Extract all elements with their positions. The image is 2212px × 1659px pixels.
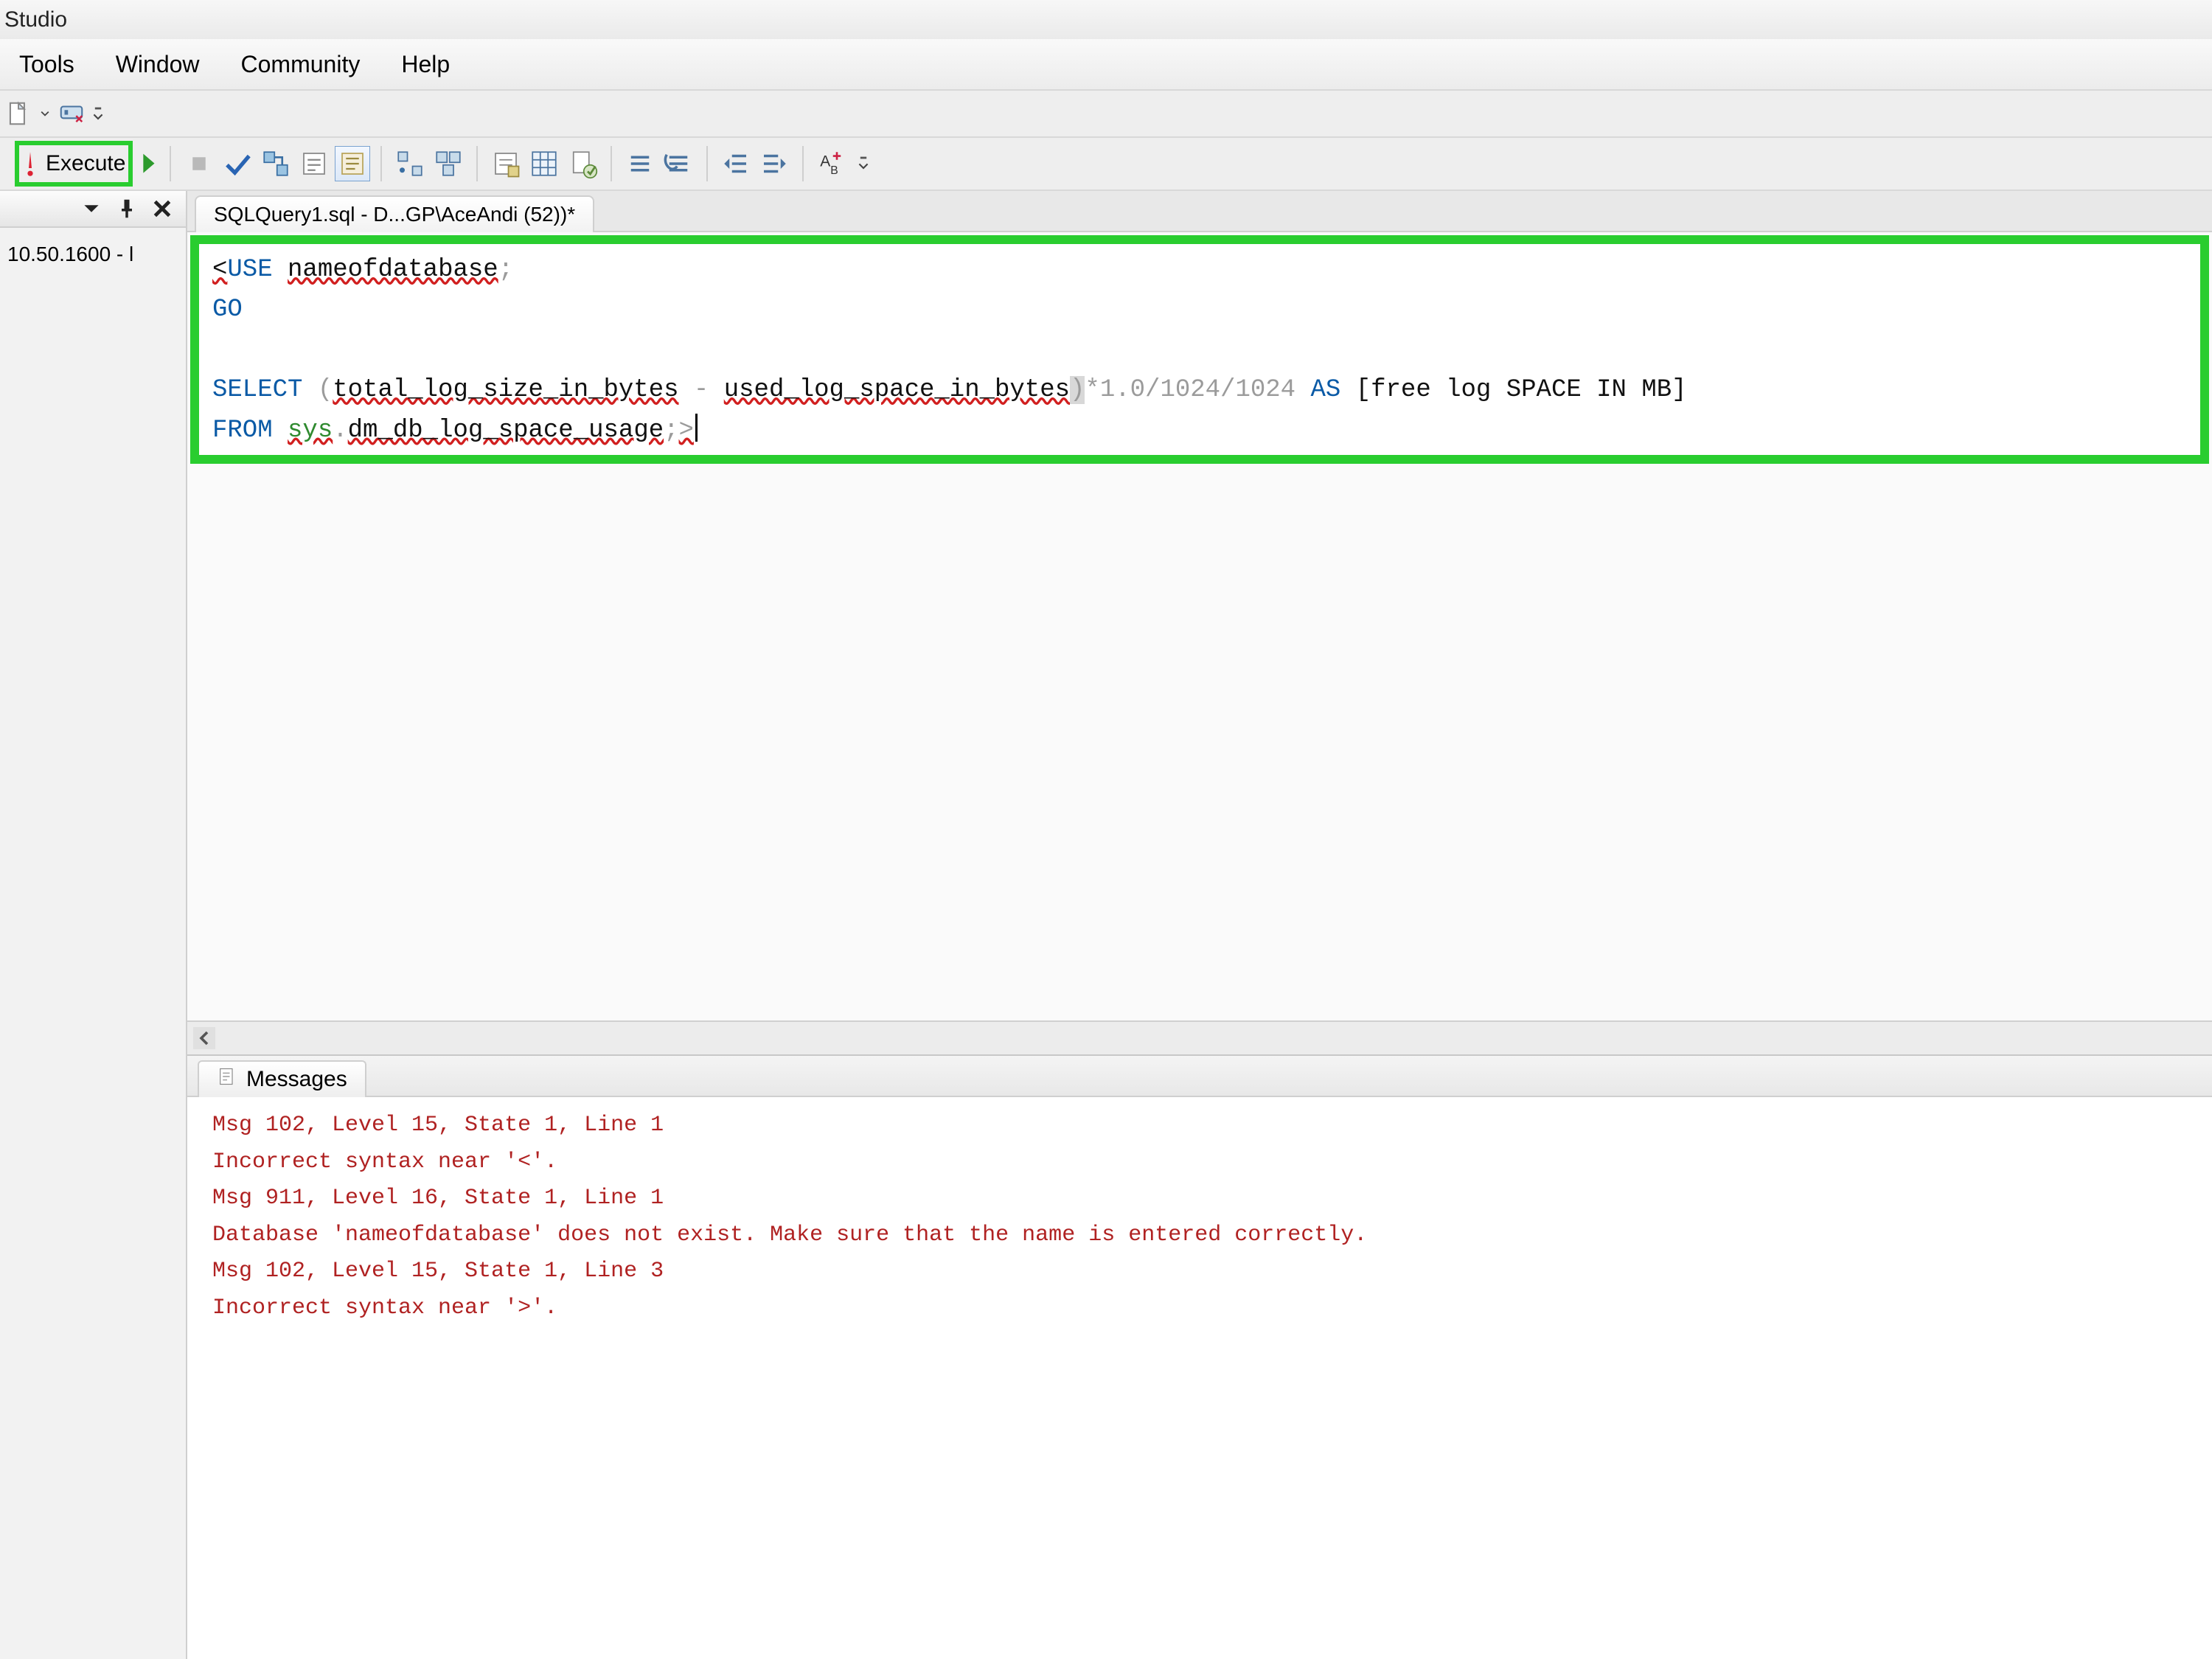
results-to-text-icon[interactable] — [488, 146, 524, 181]
specify-values-icon[interactable]: AB — [814, 146, 849, 181]
col-used-log: used_log_space_in_bytes — [724, 376, 1070, 404]
execute-label: Execute — [46, 151, 125, 176]
sql-line-3: SELECT (total_log_size_in_bytes - used_l… — [212, 376, 1687, 404]
menu-window[interactable]: Window — [110, 48, 206, 81]
title-bar: Studio — [0, 0, 2212, 39]
lt-char: < — [212, 256, 227, 284]
message-line: Msg 102, Level 15, State 1, Line 1 — [212, 1113, 664, 1138]
messages-body[interactable]: Msg 102, Level 15, State 1, Line 1 Incor… — [187, 1097, 2212, 1659]
alias: [free log SPACE IN MB] — [1340, 376, 1686, 404]
new-document-icon[interactable] — [3, 98, 34, 129]
open-paren: ( — [302, 376, 333, 404]
include-statistics-icon[interactable] — [431, 146, 466, 181]
editor-empty-area — [187, 467, 2212, 1020]
object-explorer-header — [0, 191, 186, 228]
dot: . — [333, 417, 347, 445]
cancel-query-icon[interactable] — [181, 146, 217, 181]
keyword-use: USE — [227, 256, 272, 284]
document-tab-strip: SQLQuery1.sql - D...GP\AceAndi (52))* — [187, 191, 2212, 232]
object-explorer-panel: 10.50.1600 - l — [0, 191, 187, 1659]
menu-bar: Tools Window Community Help — [0, 39, 2212, 91]
keyword-select: SELECT — [212, 376, 302, 404]
message-line: Msg 911, Level 16, State 1, Line 1 — [212, 1186, 664, 1211]
query-options-icon[interactable] — [296, 146, 332, 181]
comment-selection-icon[interactable] — [622, 146, 658, 181]
svg-text:A: A — [821, 153, 831, 170]
text-cursor — [695, 414, 698, 442]
toolbar-separator — [802, 146, 804, 181]
include-actual-plan-icon[interactable] — [392, 146, 428, 181]
semicolon: ; — [498, 256, 513, 284]
svg-text:B: B — [831, 164, 839, 177]
space — [273, 417, 288, 445]
keyword-go: GO — [212, 296, 243, 324]
server-version-text: 10.50.1600 - l — [0, 228, 186, 281]
debug-step-icon[interactable] — [140, 146, 159, 181]
toolbar-separator — [706, 146, 708, 181]
toolbar-overflow-icon[interactable] — [858, 154, 869, 174]
message-line: Incorrect syntax near '<'. — [212, 1150, 557, 1175]
document-tab[interactable]: SQLQuery1.sql - D...GP\AceAndi (52))* — [195, 195, 594, 232]
messages-tab[interactable]: Messages — [198, 1060, 366, 1097]
close-paren: ) — [1070, 376, 1085, 404]
uncomment-selection-icon[interactable] — [661, 146, 696, 181]
math-expr: *1.0/1024/1024 — [1085, 376, 1310, 404]
title-text: Studio — [4, 7, 67, 32]
pin-icon[interactable] — [116, 198, 137, 219]
keyword-as: AS — [1310, 376, 1340, 404]
toolbar-separator — [170, 146, 171, 181]
scroll-track[interactable] — [215, 1029, 2206, 1048]
editor-horizontal-scrollbar[interactable] — [187, 1020, 2212, 1054]
intellisense-icon[interactable] — [335, 146, 370, 181]
semicolon: ; — [664, 417, 678, 445]
menu-help[interactable]: Help — [395, 48, 456, 81]
toolbar-row-2: Execute — [0, 138, 2212, 191]
scroll-left-icon[interactable] — [193, 1027, 215, 1049]
toolbar-separator — [380, 146, 382, 181]
message-line: Msg 102, Level 15, State 1, Line 3 — [212, 1259, 664, 1284]
toolbar-overflow-icon[interactable] — [93, 105, 103, 122]
execute-exclamation-icon — [22, 149, 38, 178]
new-document-dropdown-icon[interactable] — [40, 109, 50, 118]
messages-tab-label: Messages — [246, 1067, 347, 1092]
content-area: 10.50.1600 - l SQLQuery1.sql - D...GP\Ac… — [0, 191, 2212, 1659]
results-to-file-icon[interactable] — [565, 146, 600, 181]
db-name: nameofdatabase — [288, 256, 498, 284]
estimated-plan-icon[interactable] — [258, 146, 293, 181]
toolbar-separator — [476, 146, 478, 181]
parse-icon[interactable] — [220, 146, 255, 181]
decrease-indent-icon[interactable] — [718, 146, 754, 181]
sql-line-4: FROM sys.dm_db_log_space_usage;> — [212, 417, 698, 445]
dmv-name: dm_db_log_space_usage — [348, 417, 664, 445]
execute-button[interactable]: Execute — [15, 141, 133, 187]
results-to-grid-icon[interactable] — [526, 146, 562, 181]
sql-line-1: <USE nameofdatabase; — [212, 256, 513, 284]
menu-community[interactable]: Community — [235, 48, 366, 81]
messages-panel: Messages Msg 102, Level 15, State 1, Lin… — [187, 1054, 2212, 1659]
toolbar-row-1 — [0, 91, 2212, 138]
close-icon[interactable] — [152, 198, 173, 219]
menu-tools[interactable]: Tools — [13, 48, 80, 81]
message-line: Incorrect syntax near '>'. — [212, 1295, 557, 1321]
minus: - — [679, 376, 724, 404]
schema-sys: sys — [288, 417, 333, 445]
increase-indent-icon[interactable] — [757, 146, 792, 181]
messages-tab-strip: Messages — [187, 1056, 2212, 1097]
keyword-from: FROM — [212, 417, 273, 445]
registered-servers-icon[interactable] — [56, 98, 87, 129]
editor-column: SQLQuery1.sql - D...GP\AceAndi (52))* <U… — [187, 191, 2212, 1659]
gt-char: > — [679, 417, 694, 445]
col-total-log: total_log_size_in_bytes — [333, 376, 678, 404]
message-line: Database 'nameofdatabase' does not exist… — [212, 1222, 1367, 1248]
toolbar-separator — [611, 146, 612, 181]
sql-line-2: GO — [212, 296, 243, 324]
sql-editor[interactable]: <USE nameofdatabase; GO SELECT (total_lo… — [190, 235, 2209, 464]
panel-dropdown-icon[interactable] — [81, 198, 102, 219]
messages-icon — [217, 1066, 237, 1093]
